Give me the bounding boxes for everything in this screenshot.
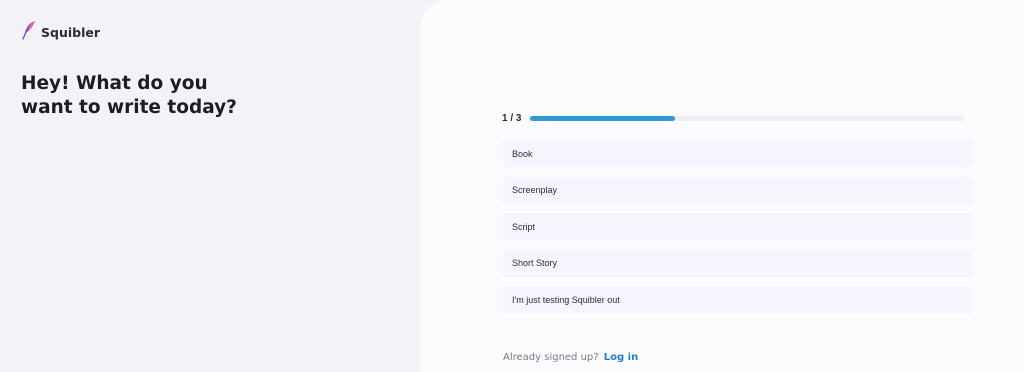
- signin-prompt: Already signed up? Log in: [503, 352, 638, 363]
- brand-name: Squibler: [41, 25, 101, 40]
- progress-fill: [530, 116, 675, 121]
- option-screenplay[interactable]: Screenplay: [503, 176, 973, 204]
- writing-type-options: Book Screenplay Script Short Story I'm j…: [503, 140, 973, 323]
- step-counter: 1 / 3: [502, 113, 522, 124]
- login-link[interactable]: Log in: [604, 352, 638, 363]
- option-short-story[interactable]: Short Story: [503, 249, 973, 277]
- right-panel: 1 / 3 Book Screenplay Script Short Story…: [420, 0, 1024, 372]
- page-title: Hey! What do you want to write today?: [21, 73, 237, 118]
- progress-indicator: 1 / 3: [502, 113, 964, 124]
- progress-track: [530, 116, 964, 121]
- option-testing[interactable]: I'm just testing Squibler out: [503, 286, 973, 313]
- left-panel: Squibler Hey! What do you want to write …: [0, 0, 440, 372]
- signin-text: Already signed up?: [503, 352, 599, 363]
- option-script[interactable]: Script: [503, 213, 973, 240]
- brand-logo[interactable]: Squibler: [21, 20, 100, 45]
- feather-icon: [21, 20, 37, 45]
- option-book[interactable]: Book: [503, 140, 973, 167]
